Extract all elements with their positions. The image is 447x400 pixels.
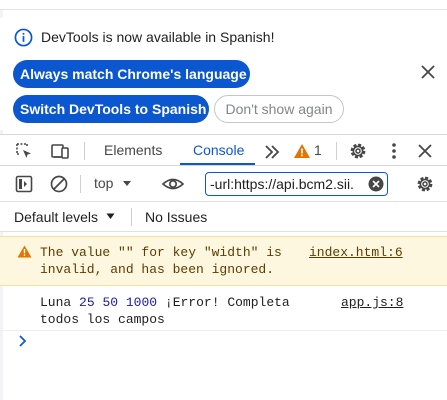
clear-console-icon[interactable] <box>49 174 69 194</box>
filter-input[interactable]: -url:https://api.bcm2.sii. <box>205 172 388 196</box>
warning-icon[interactable] <box>293 142 311 160</box>
log-prefix: Luna <box>40 295 72 310</box>
clear-filter-icon[interactable] <box>368 176 384 192</box>
log-number: 1000 <box>125 295 158 310</box>
more-tabs-chevron-icon[interactable] <box>262 142 282 162</box>
log-number: 25 <box>79 295 95 310</box>
context-value: top <box>94 175 114 191</box>
window-top-strip <box>0 0 447 10</box>
source-link[interactable]: app.js:8 <box>341 294 403 311</box>
chevron-down-icon[interactable] <box>106 213 115 220</box>
log-number: 50 <box>102 295 119 310</box>
chevron-down-icon[interactable] <box>122 180 132 188</box>
console-toolbar: top -url:https://api.bcm2.sii. <box>0 166 447 202</box>
warning-text-line: The value "" for key "width" is <box>40 245 282 260</box>
console-log-message: Luna 25 50 1000 ¡Error! Completa todos l… <box>0 287 447 331</box>
console-warning-message: The value "" for key "width" is invalid,… <box>0 236 447 286</box>
toolbar-separator <box>336 142 337 160</box>
close-devtools-icon[interactable] <box>415 141 435 161</box>
issues-counter[interactable]: No Issues <box>145 209 207 225</box>
close-icon[interactable] <box>419 63 437 81</box>
warning-icon <box>17 245 32 258</box>
tab-console[interactable]: Console <box>193 142 244 158</box>
log-text: Luna 25 50 1000 ¡Error! Completa todos l… <box>40 294 290 328</box>
active-tab-indicator <box>180 163 255 165</box>
warning-count[interactable]: 1 <box>314 142 322 158</box>
console-prompt-chevron-icon[interactable] <box>18 334 28 348</box>
toolbar-separator <box>84 142 85 160</box>
log-suffix: ¡Error! Completa <box>164 295 290 310</box>
device-toolbar-icon[interactable] <box>50 141 70 161</box>
source-link[interactable]: index.html:6 <box>309 244 403 261</box>
log-levels-dropdown[interactable]: Default levels <box>14 209 98 225</box>
warning-text-line: invalid, and has been ignored. <box>40 262 275 277</box>
dont-show-again-button[interactable]: Don't show again <box>214 95 344 123</box>
toolbar-separator <box>131 208 132 226</box>
console-settings-gear-icon[interactable] <box>415 174 435 194</box>
eye-icon[interactable] <box>161 174 185 194</box>
sidebar-toggle-icon[interactable] <box>14 174 34 194</box>
toolbar-separator <box>80 175 81 193</box>
more-options-icon[interactable] <box>384 141 404 161</box>
infobar-message: DevTools is now available in Spanish! <box>41 29 275 45</box>
settings-gear-icon[interactable] <box>348 141 368 161</box>
language-infobar: DevTools is now available in Spanish! Al… <box>0 18 447 130</box>
tab-elements[interactable]: Elements <box>104 142 162 158</box>
filter-input-value: -url:https://api.bcm2.sii. <box>210 176 354 192</box>
log-levels-bar: Default levels No Issues <box>0 202 447 232</box>
log-text-line: todos los campos <box>40 312 165 327</box>
devtools-tabbar: Elements Console 1 <box>0 134 447 166</box>
inspect-element-icon[interactable] <box>14 141 34 161</box>
context-selector[interactable]: top <box>94 175 113 191</box>
warning-text: The value "" for key "width" is invalid,… <box>40 244 282 278</box>
switch-to-spanish-button[interactable]: Switch DevTools to Spanish <box>13 95 209 123</box>
match-chrome-language-button[interactable]: Always match Chrome's language <box>13 60 250 88</box>
info-icon <box>14 28 33 47</box>
